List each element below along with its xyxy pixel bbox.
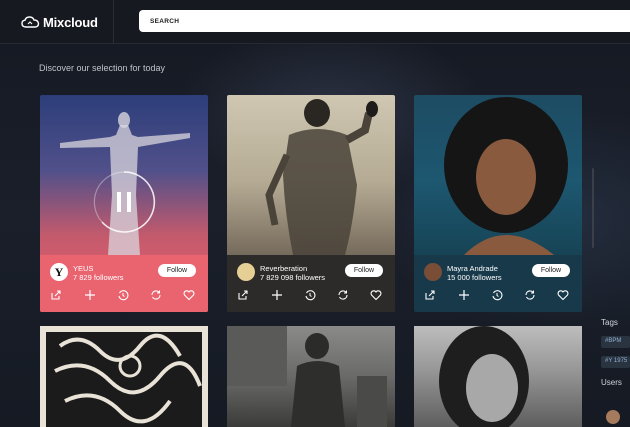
- heart-icon[interactable]: [369, 288, 383, 302]
- cloud-logo-icon: [21, 16, 40, 28]
- scrollbar[interactable]: [592, 168, 594, 248]
- woman-portrait-image: [439, 326, 529, 427]
- user-avatar[interactable]: [606, 410, 620, 424]
- card-actions: [40, 288, 208, 304]
- history-icon[interactable]: [303, 288, 317, 302]
- logo[interactable]: Mixcloud: [0, 0, 114, 44]
- mix-card[interactable]: [40, 326, 208, 427]
- repost-icon[interactable]: [149, 288, 163, 302]
- repost-icon[interactable]: [336, 288, 350, 302]
- mix-card[interactable]: Mayra Andrade 15 000 followers Follow: [414, 95, 582, 312]
- avatar[interactable]: Y: [50, 263, 68, 281]
- mix-card[interactable]: Reverberation 7 829 098 followers Follow: [227, 95, 395, 312]
- tag-chip[interactable]: #BPM: [601, 336, 630, 348]
- artist-name[interactable]: YEUS: [73, 264, 93, 273]
- heart-icon[interactable]: [182, 288, 196, 302]
- card-footer: Reverberation 7 829 098 followers Follow: [227, 255, 395, 312]
- repost-icon[interactable]: [523, 288, 537, 302]
- plus-icon[interactable]: [270, 288, 284, 302]
- history-icon[interactable]: [116, 288, 130, 302]
- card-actions: [227, 288, 395, 304]
- tag-chip[interactable]: #Y 1975: [601, 356, 630, 368]
- heart-icon[interactable]: [556, 288, 570, 302]
- card-actions: [414, 288, 582, 304]
- pause-button[interactable]: [92, 170, 156, 234]
- follow-button[interactable]: Follow: [345, 264, 383, 277]
- section-title: Discover our selection for today: [39, 63, 166, 73]
- search-placeholder: SEARCH: [150, 17, 180, 25]
- mix-card[interactable]: Y YEUS 7 829 followers Follow: [40, 95, 208, 312]
- mix-card[interactable]: [414, 326, 582, 427]
- plus-icon[interactable]: [83, 288, 97, 302]
- avatar[interactable]: [237, 263, 255, 281]
- share-icon[interactable]: [49, 288, 63, 302]
- follower-count: 7 829 followers: [73, 273, 124, 282]
- pattern-artwork-image: [46, 332, 202, 427]
- follower-count: 7 829 098 followers: [260, 273, 326, 282]
- share-icon[interactable]: [236, 288, 250, 302]
- mix-card[interactable]: [227, 326, 395, 427]
- artist-name[interactable]: Reverberation: [260, 264, 307, 273]
- follow-button[interactable]: Follow: [158, 264, 196, 277]
- history-icon[interactable]: [490, 288, 504, 302]
- users-title: Users: [601, 378, 622, 387]
- avatar[interactable]: [424, 263, 442, 281]
- follower-count: 15 000 followers: [447, 273, 502, 282]
- search-input[interactable]: SEARCH: [139, 10, 630, 32]
- app-name: Mixcloud: [43, 14, 98, 30]
- tags-title: Tags: [601, 318, 618, 327]
- share-icon[interactable]: [423, 288, 437, 302]
- street-photo-image: [227, 326, 387, 427]
- card-footer: Y YEUS 7 829 followers Follow: [40, 255, 208, 312]
- follow-button[interactable]: Follow: [532, 264, 570, 277]
- artist-name[interactable]: Mayra Andrade: [447, 264, 498, 273]
- plus-icon[interactable]: [457, 288, 471, 302]
- top-bar: Mixcloud SEARCH: [0, 0, 630, 44]
- card-footer: Mayra Andrade 15 000 followers Follow: [414, 255, 582, 312]
